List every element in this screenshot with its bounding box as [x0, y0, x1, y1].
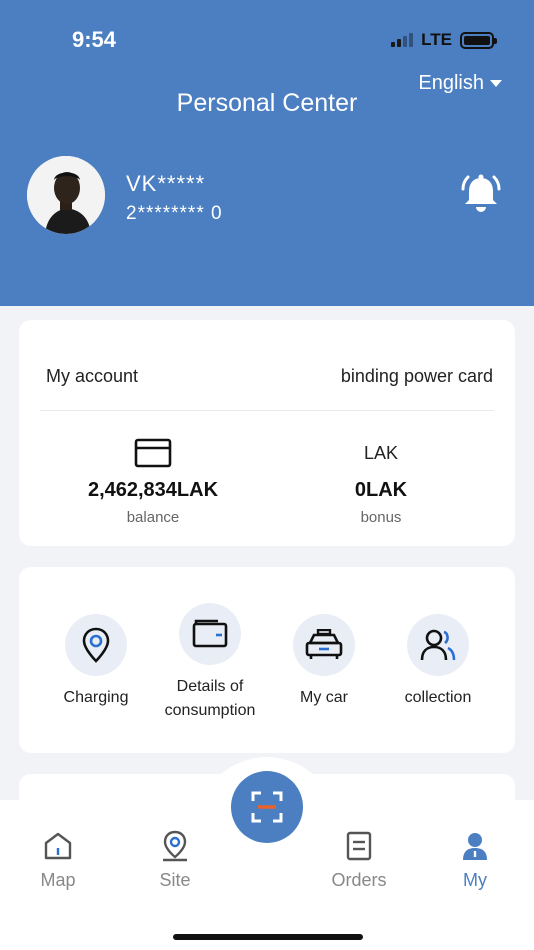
tab-site[interactable]: Site: [130, 830, 220, 891]
bonus-stat[interactable]: LAK 0LAK bonus: [281, 435, 481, 526]
bonus-currency: LAK: [363, 443, 399, 463]
menu-label: My car: [300, 689, 348, 706]
signal-icon: [391, 33, 414, 47]
network-label: LTE: [421, 30, 452, 49]
account-card: My account binding power card 2,462,834L…: [19, 320, 515, 546]
avatar[interactable]: [27, 156, 105, 234]
balance-label: balance: [126, 509, 180, 526]
header: 9:54 LTE English Personal Center VK*****…: [0, 0, 534, 306]
bonus-label: bonus: [360, 509, 402, 526]
binding-power-card-link[interactable]: binding power card: [341, 366, 493, 387]
user-name: VK*****: [126, 171, 206, 196]
user-phone: 2******** 0: [126, 203, 223, 224]
balance-stat[interactable]: 2,462,834LAK balance: [53, 435, 253, 526]
tab-map[interactable]: Map: [13, 830, 103, 891]
site-pin-icon: [130, 830, 220, 862]
menu-label: Charging: [63, 689, 129, 706]
tab-label: Site: [159, 870, 191, 890]
tab-label: Map: [40, 870, 76, 890]
wallet-icon: [179, 603, 241, 665]
user-avatar-image: [27, 156, 105, 234]
page-title: Personal Center: [176, 89, 358, 117]
caret-down-icon: [490, 80, 502, 87]
menu-label: collection: [404, 689, 472, 706]
location-pin-icon: [65, 614, 127, 676]
person-icon: [430, 830, 520, 862]
tab-my[interactable]: My: [430, 830, 520, 891]
home-indicator: [173, 934, 363, 940]
menu-item-details-of-consumption[interactable]: Details of consumption: [151, 603, 269, 723]
balance-value: 2,462,834LAK: [87, 479, 219, 501]
car-icon: [293, 614, 355, 676]
battery-icon: [460, 31, 497, 49]
document-icon: [314, 830, 404, 862]
divider: [40, 410, 494, 411]
menu-item-my-car[interactable]: My car: [265, 614, 383, 710]
scan-icon: [251, 791, 283, 823]
menu-item-charging[interactable]: Charging: [37, 614, 155, 710]
my-account-link[interactable]: My account: [46, 366, 138, 387]
tab-label: My: [463, 870, 487, 890]
menu-item-collection[interactable]: collection: [379, 614, 497, 710]
scan-button[interactable]: [231, 771, 303, 843]
bonus-value: 0LAK: [354, 479, 408, 501]
tab-label: Orders: [331, 870, 387, 890]
users-icon: [407, 614, 469, 676]
card-icon: [53, 435, 253, 471]
bell-icon[interactable]: [458, 172, 504, 218]
menu-label: Details of consumption: [164, 678, 256, 719]
status-indicators: LTE: [391, 30, 497, 50]
home-icon: [13, 830, 103, 862]
menu-card: Charging Details of consumption My car c…: [19, 567, 515, 753]
status-time: 9:54: [72, 27, 117, 52]
tab-orders[interactable]: Orders: [314, 830, 404, 891]
